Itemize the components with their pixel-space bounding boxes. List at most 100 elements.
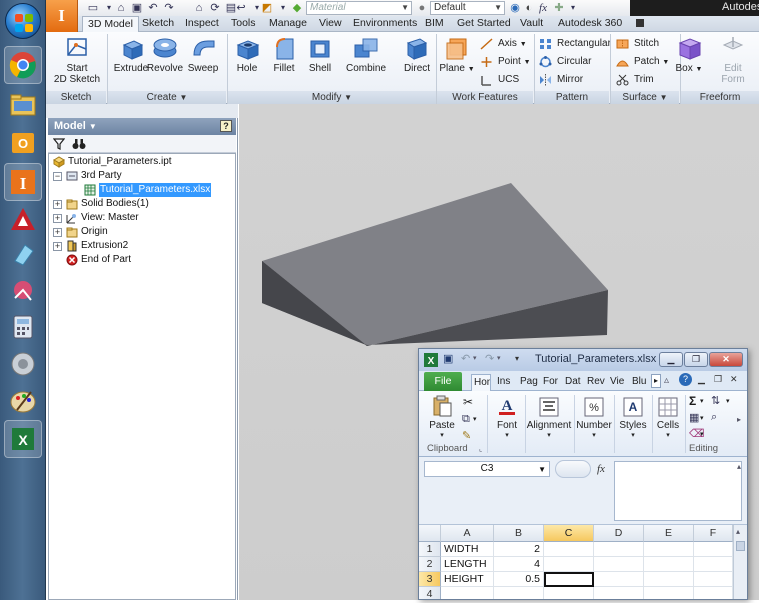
network-app-icon[interactable] <box>4 272 42 310</box>
chevron-down-icon[interactable]: ▾ <box>700 397 704 405</box>
select-dropdown-icon[interactable]: ▾ <box>276 2 290 14</box>
inventor-app-button[interactable]: I <box>46 0 78 32</box>
filter-icon[interactable] <box>53 138 65 150</box>
tree-node-solid-bodies[interactable]: + Solid Bodies(1) <box>51 197 231 211</box>
excel-window[interactable]: X ▣ ↶ ▾ ↷ ▾ ▾ Tutorial_Parameters.xlsx -… <box>418 348 748 600</box>
window-minimize-icon[interactable]: ▁ <box>698 374 705 385</box>
chrome-icon[interactable] <box>4 46 42 84</box>
cell-e3[interactable] <box>644 572 694 587</box>
tab-sketch[interactable]: Sketch <box>137 16 179 32</box>
cells-button[interactable]: Cells ▾ <box>653 395 683 439</box>
outlook-icon[interactable]: O <box>4 124 42 162</box>
edit-form-button[interactable]: Edit Form <box>710 34 756 90</box>
tree-node-part[interactable]: Tutorial_Parameters.ipt <box>51 155 231 169</box>
ribbon-toggle-icon[interactable] <box>636 19 644 27</box>
tree-node-3rd-party[interactable]: − 3rd Party <box>51 169 231 183</box>
cut-icon[interactable]: ✂ <box>463 395 473 409</box>
font-button[interactable]: A Font ▾ <box>491 395 523 439</box>
redo-icon[interactable]: ↷ <box>162 2 176 14</box>
chevron-down-icon[interactable]: ▾ <box>497 354 501 362</box>
help-icon[interactable]: ? <box>220 120 232 132</box>
column-header-a[interactable]: A <box>441 525 494 542</box>
start-2d-sketch-button[interactable]: Start 2D Sketch <box>52 34 102 90</box>
cell-d4[interactable] <box>594 587 644 599</box>
sweep-button[interactable]: Sweep <box>180 34 226 90</box>
home-icon[interactable]: ⌂ <box>192 2 206 14</box>
ribbon-minimize-icon[interactable]: ▵ <box>664 375 669 386</box>
expand-icon[interactable]: + <box>53 242 62 251</box>
cell-b4[interactable] <box>494 587 544 599</box>
excel-tab-formulas[interactable]: For <box>541 374 561 391</box>
cell-a1[interactable]: WIDTH <box>441 542 494 557</box>
find-select-icon[interactable]: ⌕ <box>711 411 717 424</box>
add-icon[interactable]: ✚ <box>552 2 566 14</box>
group-label-surface[interactable]: Surface ▼ <box>611 91 679 104</box>
stitch-button[interactable]: Stitch <box>616 36 659 52</box>
autosum-icon[interactable]: Σ <box>689 394 696 408</box>
cell-c1[interactable] <box>544 542 594 557</box>
tab-tools[interactable]: Tools <box>226 16 261 32</box>
excel-tab-insert[interactable]: Ins <box>495 374 515 391</box>
column-header-e[interactable]: E <box>644 525 694 542</box>
formula-input[interactable] <box>614 461 742 521</box>
axis-button[interactable]: Axis ▼ <box>480 36 527 52</box>
chevron-down-icon[interactable]: ▾ <box>700 414 704 422</box>
tree-node-origin[interactable]: + Origin <box>51 225 231 239</box>
cell-d3[interactable] <box>594 572 644 587</box>
tab-scroll-right-icon[interactable]: ▸ <box>651 374 661 388</box>
mirror-button[interactable]: Mirror <box>539 72 583 88</box>
point-button[interactable]: Point ▼ <box>480 54 531 70</box>
tree-node-extrusion2[interactable]: + Extrusion2 <box>51 239 231 253</box>
chevron-down-icon[interactable]: ▾ <box>726 397 730 405</box>
column-header-d[interactable]: D <box>594 525 644 542</box>
expand-icon[interactable]: + <box>53 200 62 209</box>
cell-e4[interactable] <box>644 587 694 599</box>
cell-b3[interactable]: 0.5 <box>494 572 544 587</box>
calculator-icon[interactable] <box>4 308 42 346</box>
circular-pattern-button[interactable]: Circular <box>539 54 591 70</box>
rectangular-pattern-button[interactable]: Rectangular <box>539 36 611 52</box>
chevron-down-icon[interactable]: ▾ <box>700 430 704 438</box>
close-button[interactable]: ✕ <box>709 352 743 367</box>
tab-view[interactable]: View <box>314 16 347 32</box>
shell-button[interactable]: Shell <box>297 34 343 90</box>
cell-f4[interactable] <box>694 587 733 599</box>
cell-d2[interactable] <box>594 557 644 572</box>
expand-icon[interactable]: + <box>53 214 62 223</box>
excel-app-icon[interactable]: X <box>424 353 438 367</box>
cell-d1[interactable] <box>594 542 644 557</box>
group-label-create[interactable]: Create ▼ <box>108 91 226 104</box>
browser-header[interactable]: Model ▼ ? <box>48 118 236 135</box>
tab-environments[interactable]: Environments <box>348 16 422 32</box>
undo-icon[interactable]: ↶ <box>146 2 160 14</box>
customize-dropdown-icon[interactable]: ▾ <box>566 2 580 14</box>
name-box[interactable]: C3 ▼ <box>424 461 550 477</box>
restore-button[interactable]: ❐ <box>684 352 708 367</box>
cell-c2[interactable] <box>544 557 594 572</box>
cell-a2[interactable]: LENGTH <box>441 557 494 572</box>
appearance-dropdown[interactable]: Default ▼ <box>430 1 505 15</box>
column-header-b[interactable]: B <box>494 525 544 542</box>
tab-vault[interactable]: Vault <box>515 16 548 32</box>
select-all-corner[interactable] <box>419 525 441 542</box>
expand-formula-bar-icon[interactable]: ▴ <box>737 462 741 471</box>
cell-b1[interactable]: 2 <box>494 542 544 557</box>
chevron-down-icon[interactable]: ▾ <box>473 415 477 423</box>
sort-filter-icon[interactable]: ⇅ <box>711 394 720 407</box>
alignment-button[interactable]: Alignment ▾ <box>526 395 572 439</box>
update-icon[interactable]: ⟳ <box>208 2 222 14</box>
adjust-icon[interactable]: ◐ <box>522 2 536 14</box>
excel-tab-blue[interactable]: Blu <box>630 374 649 391</box>
insert-function-icon[interactable]: fx <box>597 463 605 475</box>
dialog-launcher-icon[interactable]: ⌞ <box>479 445 482 453</box>
cell-a3[interactable]: HEIGHT <box>441 572 494 587</box>
box-button[interactable]: Box ▼ <box>666 34 712 90</box>
find-binoculars-icon[interactable] <box>72 138 86 150</box>
excel-tab-data[interactable]: Dat <box>563 374 583 391</box>
cell-f3[interactable] <box>694 572 733 587</box>
excel-title-bar[interactable]: X ▣ ↶ ▾ ↷ ▾ ▾ Tutorial_Parameters.xlsx -… <box>419 349 747 371</box>
cell-f2[interactable] <box>694 557 733 572</box>
cell-b2[interactable]: 4 <box>494 557 544 572</box>
column-header-c[interactable]: C <box>544 525 594 542</box>
row-header[interactable]: 1 <box>419 542 441 557</box>
